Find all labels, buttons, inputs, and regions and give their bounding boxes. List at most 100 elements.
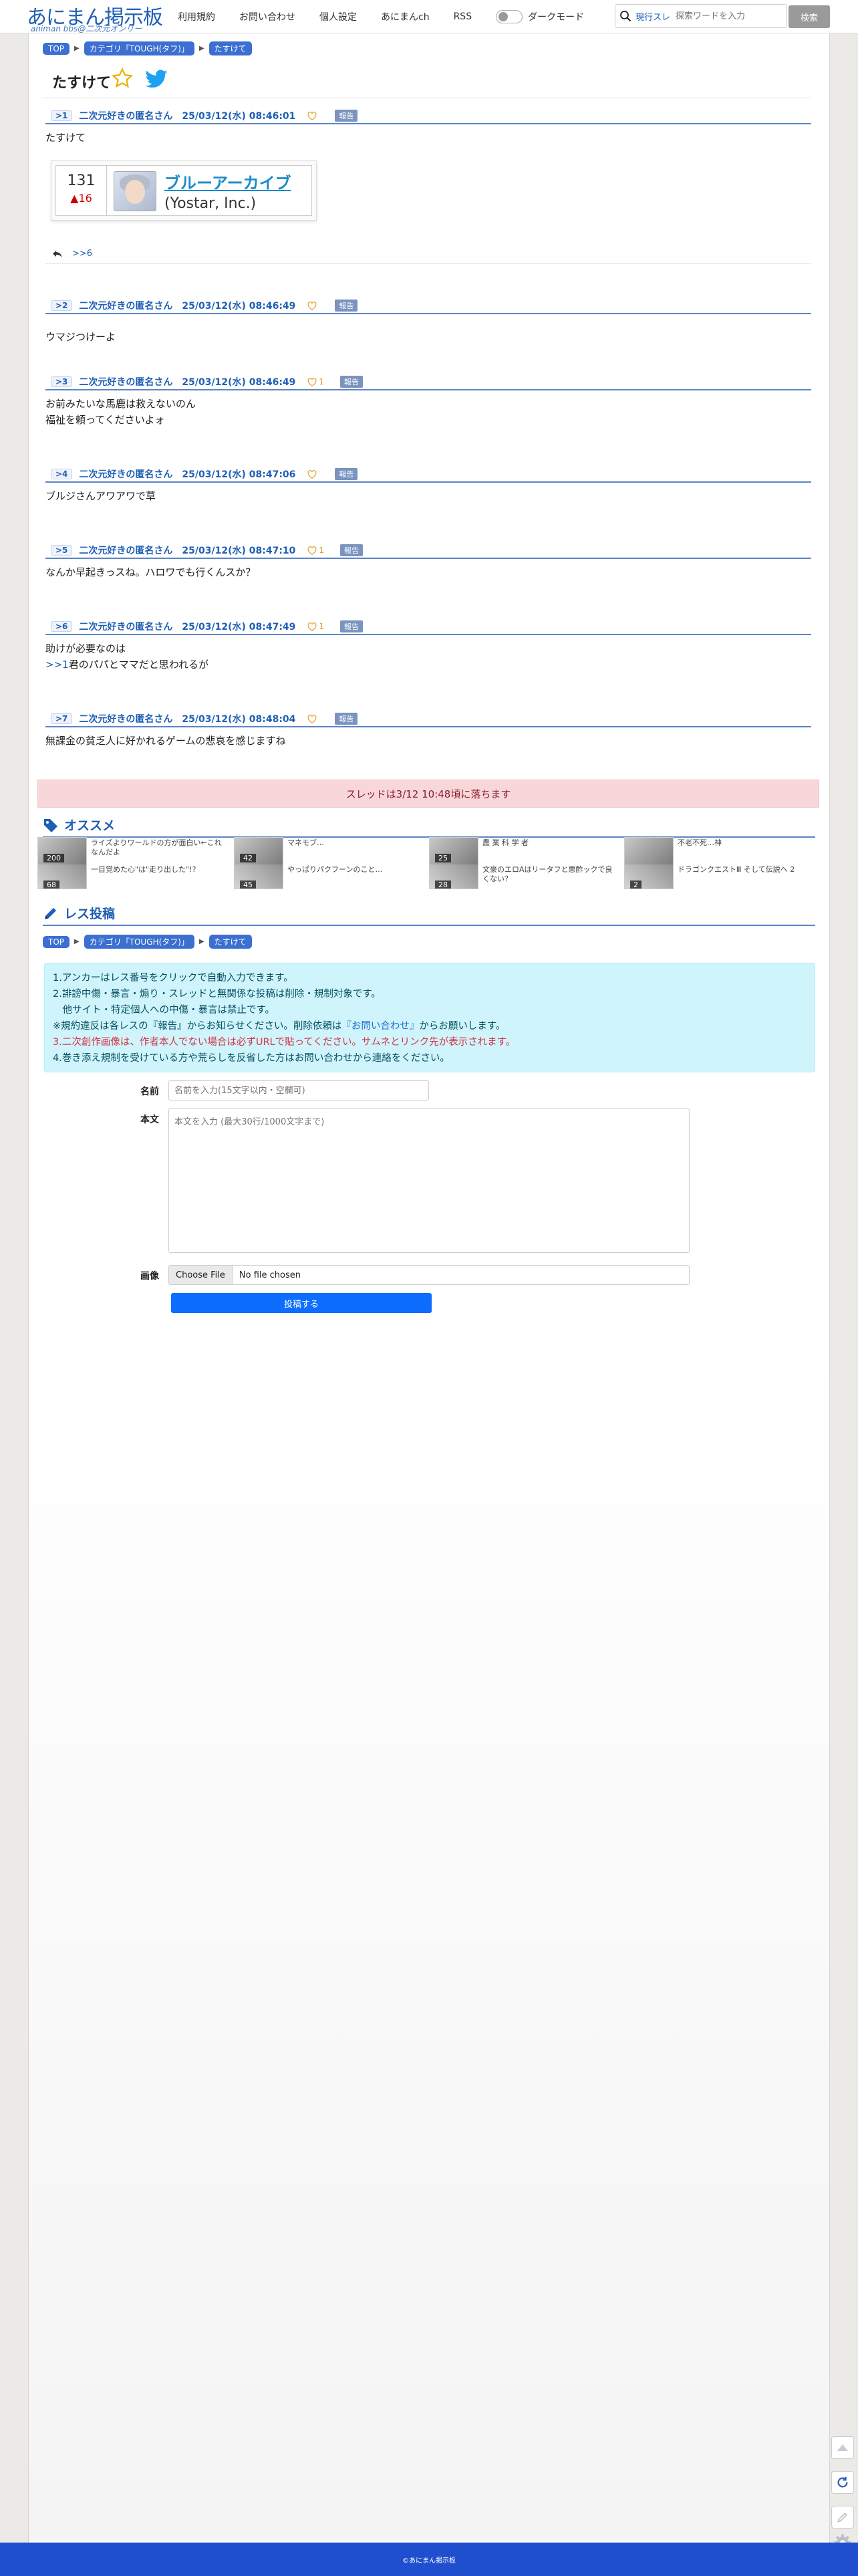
post-date: 25/03/12(水) 08:46:49 [182, 301, 296, 312]
report-button[interactable]: 報告 [340, 376, 364, 388]
breadcrumb-thread[interactable]: たすけて [208, 41, 252, 55]
choose-file-button[interactable]: Choose File [169, 1266, 233, 1284]
recommend-item-title[interactable]: やっぱりパクフーンのこと… [287, 865, 421, 874]
post-date: 25/03/12(水) 08:46:49 [182, 377, 296, 388]
thumb-image-top [625, 838, 673, 864]
post-anchor-link[interactable]: >>1 [45, 659, 69, 671]
product-card[interactable]: 131 ▲16 ブルーアーカイブ (Yostar, Inc.) [51, 160, 317, 221]
breadcrumb-category[interactable]: カテゴリ「TOUGH(タフ)」 [84, 41, 194, 55]
reload-button[interactable] [831, 2471, 854, 2494]
post-header: >2 二次元好きの匿名さん 25/03/12(水) 08:46:49 報告 [45, 300, 811, 314]
post-number[interactable]: >6 [51, 621, 73, 632]
main-nav: 利用規約 お問い合わせ 個人設定 あにまんch RSS ダークモード [178, 0, 584, 33]
report-button[interactable]: 報告 [340, 544, 364, 556]
post-number[interactable]: >4 [51, 469, 73, 479]
recommend-item-title[interactable]: ライズよりワールドの方が面白い←これなんだよ [91, 838, 225, 857]
scroll-top-button[interactable] [831, 2436, 854, 2459]
recommend-title: オススメ [64, 818, 116, 833]
like-button[interactable] [307, 301, 319, 310]
product-maker: (Yostar, Inc.) [164, 195, 257, 212]
search-button[interactable]: 検索 [789, 5, 830, 28]
recommend-item[interactable]: 200 68 ライズよりワールドの方が面白い←これなんだよ 一目覚めた心"は"走… [37, 837, 231, 892]
like-count: 1 [319, 377, 325, 386]
post-date: 25/03/12(水) 08:47:49 [182, 622, 296, 632]
write-button[interactable] [831, 2506, 854, 2529]
name-input[interactable] [168, 1080, 429, 1100]
like-button[interactable]: 1 [307, 622, 324, 631]
search-box: 現行スレ [615, 4, 787, 28]
post-body: ブルジさんアワアワで草 [45, 483, 811, 504]
rule-line: 1.アンカーはレス番号をクリックで自動入力できます。 [53, 973, 293, 983]
recommend-item-title[interactable]: 不老不死…神 [678, 838, 811, 848]
post-number[interactable]: >1 [51, 110, 73, 121]
post-line: ウマジつけーよ [45, 331, 116, 343]
breadcrumb-category[interactable]: カテゴリ「TOUGH(タフ)」 [84, 935, 194, 949]
breadcrumb-thread[interactable]: たすけて [208, 935, 252, 949]
logo-sub-text: animan bbs@二次元オンリー [31, 24, 142, 33]
nav-terms[interactable]: 利用規約 [178, 10, 215, 23]
background-fade [29, 1337, 829, 2541]
nav-contact[interactable]: お問い合わせ [239, 10, 295, 23]
post-number[interactable]: >3 [51, 376, 73, 387]
post-number[interactable]: >7 [51, 713, 73, 724]
reply-count-badge: 25 [435, 854, 451, 862]
post-2: >2 二次元好きの匿名さん 25/03/12(水) 08:46:49 報告 ウマ… [45, 300, 811, 345]
recommend-item[interactable]: 25 28 農 業 科 学 者 文豪のエロAはリータフと悪酢ックで良くない？ [429, 837, 623, 892]
image-file-input[interactable]: Choose File No file chosen [168, 1265, 690, 1285]
thread-title: たすけて [52, 75, 112, 92]
post-body: なんか早起きっスね。ハロワでも行くんスか？ [45, 559, 811, 580]
breadcrumb-top[interactable]: TOP [43, 935, 70, 948]
like-button[interactable] [307, 469, 319, 479]
post-number[interactable]: >2 [51, 300, 73, 311]
nav-rss[interactable]: RSS [454, 11, 472, 22]
recommend-item-title[interactable]: 文豪のエロAはリータフと悪酢ックで良くない？ [482, 865, 616, 884]
chevron-right-icon: ▶ [74, 938, 80, 945]
submit-button[interactable]: 投稿する [171, 1293, 432, 1313]
reply-anchor-link[interactable]: >>6 [72, 249, 92, 259]
report-button[interactable]: 報告 [335, 110, 358, 122]
recommend-item-title[interactable]: 農 業 科 学 者 [482, 838, 616, 848]
product-rank: 131 ▲16 [56, 166, 107, 215]
nav-animanch[interactable]: あにまんch [381, 10, 430, 23]
search-icon [615, 10, 635, 22]
triangle-up-icon [837, 2444, 848, 2451]
contact-link[interactable]: 『お問い合わせ』 [341, 1021, 419, 1032]
nav-settings[interactable]: 個人設定 [319, 10, 357, 23]
recommend-item-title[interactable]: ドラゴンクエストⅢ そして伝説へ 2 [678, 865, 811, 874]
post-number[interactable]: >5 [51, 545, 73, 556]
report-button[interactable]: 報告 [335, 468, 358, 480]
chevron-right-icon: ▶ [74, 45, 80, 52]
pencil-icon [837, 2512, 847, 2523]
recommend-item-title[interactable]: マネモブ… [287, 838, 421, 848]
heart-icon [307, 714, 317, 723]
reply-icon [53, 250, 62, 257]
like-button[interactable]: 1 [307, 377, 324, 386]
twitter-icon[interactable] [144, 70, 168, 92]
search-scope[interactable]: 現行スレ [635, 10, 670, 23]
like-button[interactable]: 1 [307, 546, 324, 555]
site-logo[interactable]: あにまん掲示板 animan bbs@二次元オンリー [27, 0, 174, 33]
dark-mode-toggle[interactable] [496, 10, 523, 23]
recommend-item[interactable]: 42 45 マネモブ… やっぱりパクフーンのこと… [234, 837, 428, 892]
body-textarea[interactable] [168, 1108, 690, 1253]
recommend-item[interactable]: 2 不老不死…神 ドラゴンクエストⅢ そして伝説へ 2 [624, 837, 818, 892]
post-line: 助けが必要なのは [45, 642, 126, 655]
recommend-item-title[interactable]: 一目覚めた心"は"走り出した"!? [91, 865, 225, 874]
poster-name: 二次元好きの匿名さん [79, 622, 173, 632]
product-title-link[interactable]: ブルーアーカイブ [164, 170, 291, 193]
report-button[interactable]: 報告 [340, 620, 364, 632]
reply-count-badge: 45 [240, 881, 256, 889]
breadcrumb-top[interactable]: TOP [43, 42, 70, 55]
site-footer: ©あにまん掲示板 [0, 2543, 858, 2576]
star-icon[interactable] [111, 67, 134, 92]
post-body: ウマジつけーよ [45, 314, 811, 345]
recommend-header: オススメ [43, 816, 815, 838]
search-input[interactable] [676, 11, 770, 21]
report-button[interactable]: 報告 [335, 300, 358, 312]
like-button[interactable] [307, 111, 319, 120]
like-button[interactable] [307, 714, 319, 723]
report-button[interactable]: 報告 [335, 713, 358, 725]
post-header: >1 二次元好きの匿名さん 25/03/12(水) 08:46:01 報告 [45, 110, 811, 124]
post-body: お前みたいな馬鹿は救えないのん 福祉を頼ってくださいよォ [45, 390, 811, 428]
post-line: お前みたいな馬鹿は救えないのん [45, 398, 196, 410]
